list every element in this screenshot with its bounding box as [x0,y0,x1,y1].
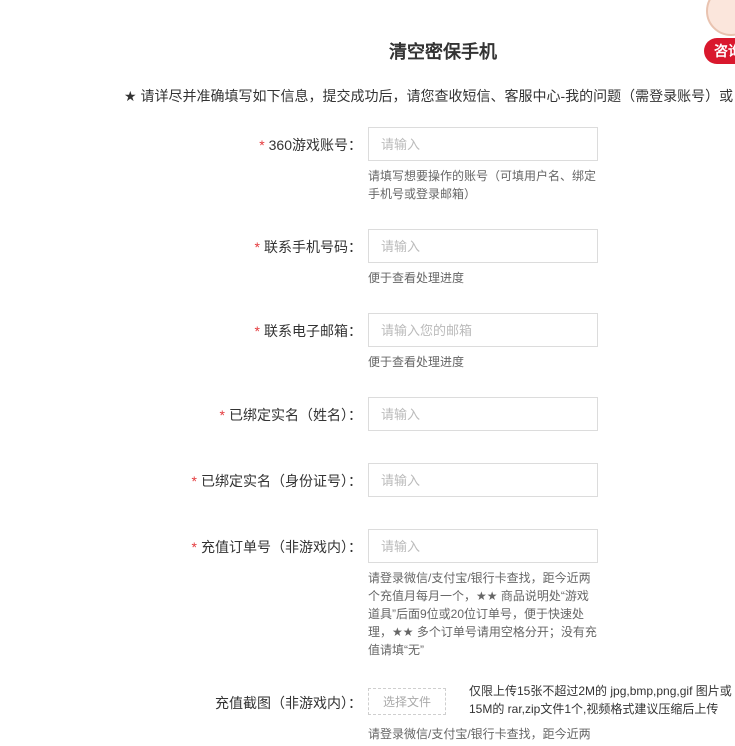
email-input[interactable] [368,313,598,347]
order-input[interactable] [368,529,598,563]
upload-note-line2: 15M的 rar,zip文件1个,视频格式建议压缩后上传 [469,702,719,716]
page-title: 清空密保手机 [389,42,497,62]
idcard-input[interactable] [368,463,598,497]
required-mark: * [259,137,265,153]
account-hint: 请填写想要操作的账号（可填用户名、绑定手机号或登录邮箱） [368,169,597,201]
phone-input[interactable] [368,229,598,263]
phone-label: * 联系手机号码： [254,239,362,255]
email-hint: 便于查看处理进度 [368,355,465,369]
required-mark: * [254,239,260,255]
notice-text: ★ 请详尽并准确填写如下信息，提交成功后，请您查收短信、客服中心-我的问题（需登… [124,88,734,104]
upload-note: 仅限上传15张不超过2M的 jpg,bmp,png,gif 图片或 15M的 r… [469,682,735,718]
account-label: * 360游戏账号： [259,137,362,153]
required-mark: * [254,323,260,339]
email-label: * 联系电子邮箱： [254,323,362,339]
phone-hint: 便于查看处理进度 [368,271,465,285]
account-input[interactable] [368,127,598,161]
order-label: * 充值订单号（非游戏内）： [191,539,362,555]
realname-label: * 已绑定实名（姓名）： [219,407,362,423]
idcard-label: * 已绑定实名（身份证号）： [191,473,362,489]
order-hint: 请登录微信/支付宝/银行卡查找，距今近两个充值月每月一个，★★ 商品说明处“游戏… [368,571,597,657]
required-mark: * [191,473,197,489]
required-mark: * [191,539,197,555]
screenshot-label: 充值截图（非游戏内）： [215,695,362,711]
required-mark: * [219,407,225,423]
avatar-icon [706,0,735,36]
screenshot-hint: 请登录微信/支付宝/银行卡查找，距今近两 [368,727,591,741]
choose-file-button[interactable]: 选择文件 [368,688,446,715]
realname-input[interactable] [368,397,598,431]
upload-note-line1: 仅限上传15张不超过2M的 jpg,bmp,png,gif 图片或 [469,684,732,698]
